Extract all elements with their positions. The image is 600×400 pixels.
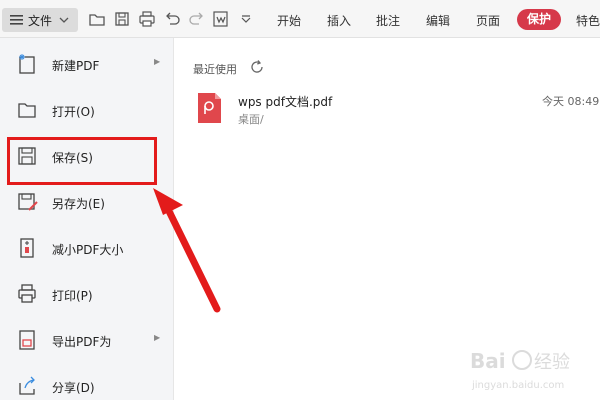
menu-item-new-pdf[interactable]: 新建PDF ▶ [0,44,174,84]
top-toolbar: 文件 开始 插入 批注 编辑 页面 保护 特色 [0,0,600,38]
menu-item-open[interactable]: 打开(O) [0,90,174,130]
compress-icon [20,238,34,258]
chevron-down-icon [59,17,69,23]
file-menu-button[interactable]: 文件 [2,8,78,32]
menu-label: 打印(P) [52,289,93,303]
open-folder-icon[interactable] [88,10,106,28]
recent-file-path: 桌面/ [238,113,264,126]
recent-file-name: wps pdf文档.pdf [238,95,333,109]
menu-item-share[interactable]: 分享(D) [0,366,174,400]
file-menu-label: 文件 [28,13,53,28]
share-icon [19,376,35,395]
menu-label: 减小PDF大小 [52,243,124,257]
save-as-icon [18,193,38,211]
menu-item-export-pdf[interactable]: 导出PDF为 ▶ [0,320,174,360]
save-highlight-box [7,137,157,185]
tab-insert[interactable]: 插入 [327,12,351,29]
pdf-file-icon [198,93,221,123]
new-pdf-icon [19,54,35,74]
svg-text:Bai: Bai [470,349,506,373]
file-menu-panel: 新建PDF ▶ 打开(O) 保存(S) 另存为(E) 减小PDF大小 打印(P)… [0,38,174,400]
export-icon [19,330,35,350]
baidu-watermark-logo: Bai 经验 jingyan.baidu.com [470,349,570,391]
refresh-icon[interactable] [249,59,265,75]
tab-start[interactable]: 开始 [277,12,301,29]
undo-icon[interactable] [163,10,181,28]
menu-label: 另存为(E) [52,197,105,211]
redo-icon[interactable] [188,10,206,28]
menu-label: 新建PDF [52,59,100,73]
submenu-arrow-icon: ▶ [154,333,161,342]
hamburger-icon [10,15,23,25]
tab-protect[interactable]: 保护 [517,9,561,30]
tab-features[interactable]: 特色 [576,12,600,29]
menu-item-save-as[interactable]: 另存为(E) [0,182,174,222]
tab-annotate[interactable]: 批注 [376,12,400,29]
open-folder-icon [18,103,36,118]
svg-text:经验: 经验 [534,352,570,373]
tab-page[interactable]: 页面 [476,12,500,29]
recent-file-time: 今天 08:49 [542,95,600,108]
print-icon [18,284,36,303]
menu-label: 分享(D) [52,381,95,395]
tab-edit[interactable]: 编辑 [426,12,450,29]
menu-label: 导出PDF为 [52,335,112,349]
save-icon[interactable] [113,10,131,28]
menu-item-compress[interactable]: 减小PDF大小 [0,228,174,268]
recent-title: 最近使用 [193,63,237,76]
menu-item-print[interactable]: 打印(P) [0,274,174,314]
print-icon[interactable] [138,10,156,28]
svg-text:jingyan.baidu.com: jingyan.baidu.com [471,380,564,391]
menu-label: 打开(O) [52,105,95,119]
submenu-arrow-icon: ▶ [154,57,161,66]
convert-icon[interactable] [212,10,230,28]
more-dropdown-icon[interactable] [240,10,252,28]
